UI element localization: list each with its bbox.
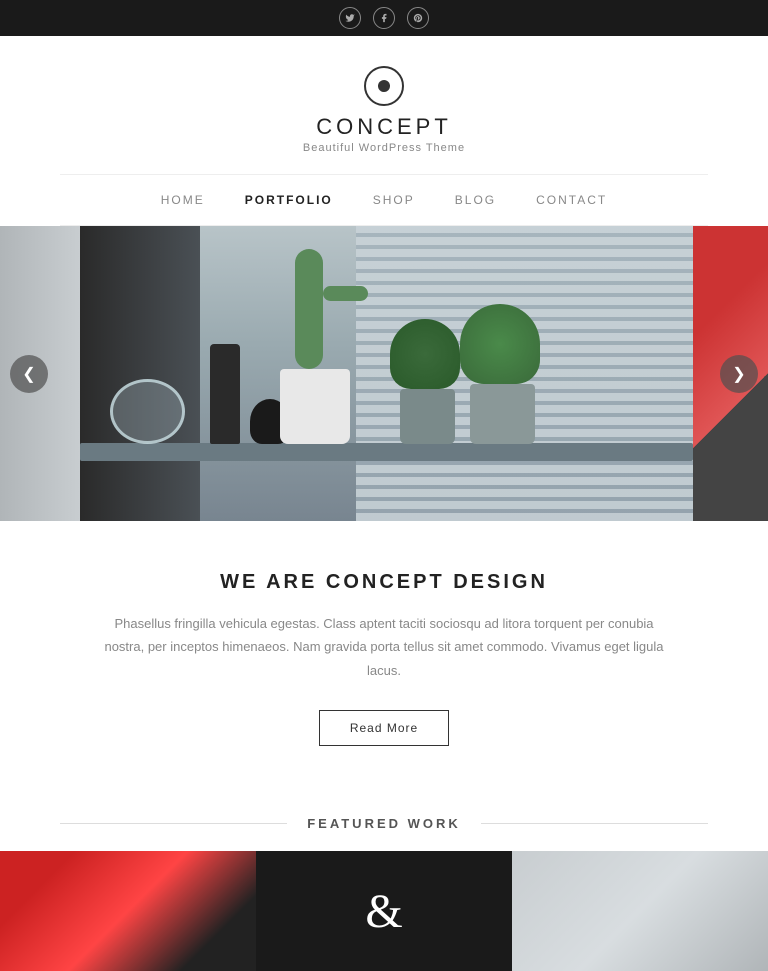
slider-main-image — [80, 226, 693, 521]
white-cup — [280, 369, 350, 444]
about-section: WE ARE CONCEPT DESIGN Phasellus fringill… — [0, 521, 768, 786]
nav-portfolio[interactable]: PORTFOLIO — [245, 193, 333, 207]
metal-pot-1 — [400, 389, 455, 444]
nav-home[interactable]: HOME — [161, 193, 205, 207]
facebook-icon[interactable] — [373, 7, 395, 29]
green-plant-2 — [460, 304, 540, 384]
hero-slider: ❮ ❯ — [0, 226, 768, 521]
top-bar — [0, 0, 768, 36]
site-tagline: Beautiful WordPress Theme — [303, 142, 465, 154]
featured-section: FEATURED WORK & — [0, 786, 768, 971]
featured-header: FEATURED WORK — [0, 816, 768, 831]
dark-bottle — [210, 344, 240, 444]
read-more-button[interactable]: Read More — [319, 710, 449, 746]
twitter-icon[interactable] — [339, 7, 361, 29]
logo-icon — [364, 66, 404, 106]
about-title: WE ARE CONCEPT DESIGN — [80, 571, 688, 594]
shelf — [80, 443, 693, 461]
slider-prev-button[interactable]: ❮ — [10, 355, 48, 393]
cactus-main — [295, 249, 323, 369]
featured-line-left — [60, 823, 287, 824]
featured-grid: & — [0, 851, 768, 971]
ampersand-symbol: & — [365, 884, 402, 939]
about-body: Phasellus fringilla vehicula egestas. Cl… — [94, 612, 674, 682]
pinterest-icon[interactable] — [407, 7, 429, 29]
main-nav: HOME PORTFOLIO SHOP BLOG CONTACT — [60, 174, 708, 226]
nav-blog[interactable]: BLOG — [455, 193, 496, 207]
cactus-arm — [323, 286, 368, 301]
glass-bowl — [110, 379, 185, 444]
featured-line-right — [481, 823, 708, 824]
featured-title: FEATURED WORK — [307, 816, 461, 831]
logo-dot — [378, 80, 390, 92]
nav-shop[interactable]: SHOP — [373, 193, 415, 207]
metal-pot-2 — [470, 384, 535, 444]
slider-next-button[interactable]: ❯ — [720, 355, 758, 393]
green-plant-1 — [390, 319, 460, 389]
nav-contact[interactable]: CONTACT — [536, 193, 607, 207]
featured-item-2[interactable]: & — [256, 851, 512, 971]
featured-item-3[interactable] — [512, 851, 768, 971]
featured-item-1[interactable] — [0, 851, 256, 971]
site-header: CONCEPT Beautiful WordPress Theme — [0, 36, 768, 174]
site-title: CONCEPT — [316, 114, 452, 140]
dark-background — [80, 226, 200, 521]
